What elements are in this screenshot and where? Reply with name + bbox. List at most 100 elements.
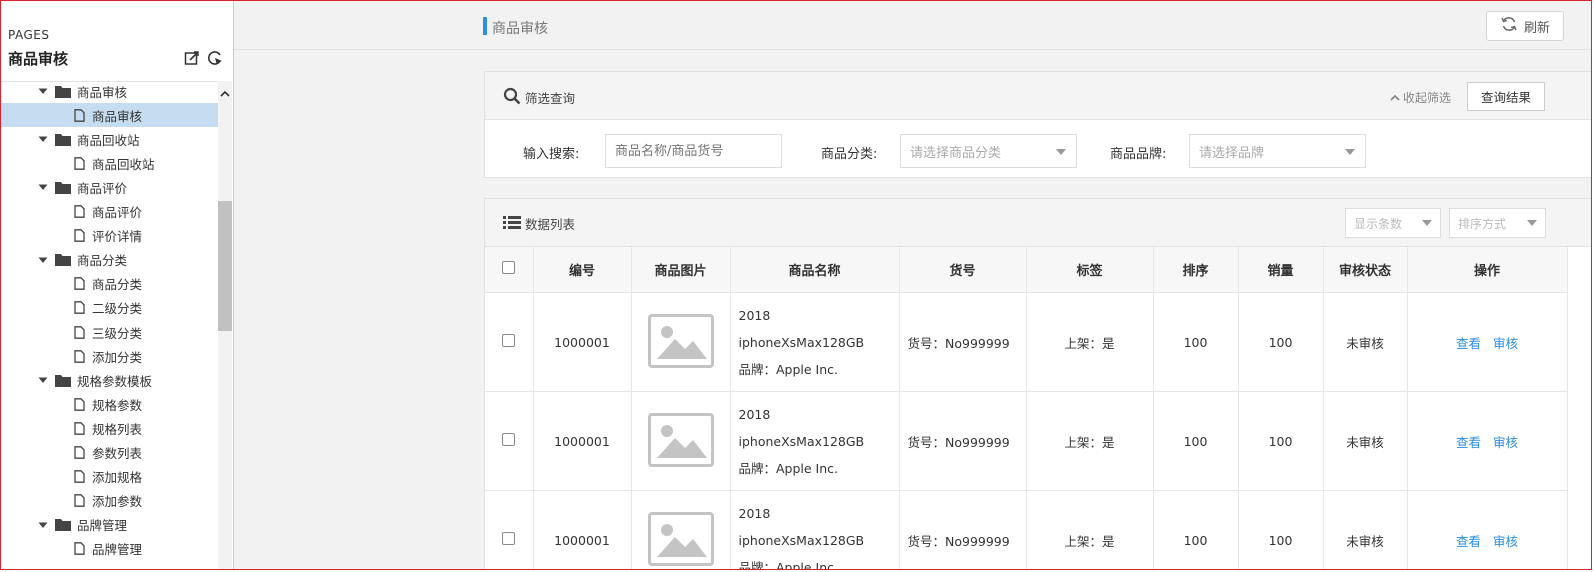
sort-cell: 100	[1152, 490, 1239, 569]
row-checkbox[interactable]	[502, 334, 516, 347]
audit-link[interactable]: 审核	[1493, 336, 1518, 351]
id-cell: 1000001	[532, 490, 632, 569]
category-placeholder: 请选择商品分类	[910, 145, 1002, 161]
breadcrumb-marker	[483, 17, 487, 35]
refresh-button[interactable]: 刷新	[1486, 11, 1564, 41]
refresh-label: 刷新	[1523, 20, 1550, 36]
tree-item-label: 商品评价	[77, 180, 128, 196]
id-cell: 1000001	[532, 292, 632, 392]
tree-folder[interactable]: 商品审核	[1, 82, 219, 103]
tree-item-label: 二级分类	[92, 301, 143, 317]
brand-select[interactable]: 请选择品牌	[1189, 134, 1366, 168]
product-brand: 品牌：Apple Inc.	[738, 559, 839, 570]
view-link[interactable]: 查看	[1456, 534, 1481, 549]
tree-folder[interactable]: 规格参数模板	[1, 368, 219, 392]
list-title: 数据列表	[503, 214, 575, 233]
sort-cell: 100	[1152, 391, 1239, 491]
audit-link[interactable]: 审核	[1493, 534, 1518, 549]
tree-page[interactable]: 品牌管理	[1, 537, 219, 561]
file-icon	[74, 446, 85, 459]
product-name: 2018 iphoneXsMax128GB	[738, 307, 865, 350]
view-link[interactable]: 查看	[1456, 435, 1481, 450]
caret-down-icon[interactable]	[38, 86, 48, 96]
collapse-filter-label: 收起筛选	[1403, 91, 1452, 105]
locate-icon[interactable]	[207, 50, 223, 66]
audit-link[interactable]: 审核	[1493, 435, 1518, 450]
status-cell: 未审核	[1322, 292, 1408, 392]
tree-item-label: 商品分类	[92, 277, 143, 293]
row-checkbox[interactable]	[502, 433, 516, 446]
tree-page[interactable]: 规格列表	[1, 416, 219, 440]
product-brand: 品牌：Apple Inc.	[738, 361, 839, 377]
tree-page[interactable]: 商品审核	[1, 103, 219, 128]
actions-cell: 查看 审核	[1406, 490, 1568, 569]
select-all-checkbox[interactable]	[502, 261, 516, 274]
sort-select[interactable]: 排序方式	[1449, 208, 1546, 238]
top-bar	[234, 1, 1591, 50]
select-cell[interactable]	[485, 391, 534, 491]
tree-folder[interactable]: 品牌管理	[1, 513, 219, 537]
folder-icon	[55, 253, 71, 267]
tree-item-label: 品牌管理	[92, 542, 143, 558]
caret-down-icon[interactable]	[38, 182, 48, 192]
tree-folder[interactable]: 商品评价	[1, 175, 219, 199]
status-cell: 未审核	[1322, 391, 1408, 491]
folder-icon	[55, 518, 71, 532]
filter-title: 筛选查询	[503, 87, 575, 108]
select-cell[interactable]	[485, 292, 534, 392]
image-placeholder-icon	[647, 511, 714, 566]
column-header: 编号	[532, 247, 632, 293]
column-header: 销量	[1237, 247, 1324, 293]
sidebar: PAGES 商品审核 商品审核 商品审核 商品回收站 商品回收站 商品评价 商品评价 评价详…	[1, 1, 234, 569]
pages-label: PAGES	[8, 28, 50, 42]
table-row: 1000001 2018 iphoneXsMax128GB 品牌：Apple Inc…	[485, 292, 1568, 392]
file-icon	[74, 108, 85, 122]
status-cell: 未审核	[1322, 490, 1408, 569]
data-table: 编号 商品图片 商品名称 货号 标签 排序 销量 审核状态 操作 1000001…	[485, 247, 1568, 570]
column-header: 货号	[898, 247, 1027, 293]
search-input[interactable]	[605, 134, 782, 168]
tree-item-label: 商品审核	[92, 108, 143, 124]
sidebar-title: 商品审核	[8, 50, 69, 68]
caret-down-icon[interactable]	[38, 520, 48, 530]
edit-icon[interactable]	[184, 50, 200, 66]
page-size-select[interactable]: 显示条数	[1345, 208, 1441, 238]
page-tree: 商品审核 商品审核 商品回收站 商品回收站 商品评价 商品评价 评价详情 商品分类 商品分类 二级…	[1, 81, 219, 569]
select-cell[interactable]	[485, 490, 534, 569]
tree-page[interactable]: 二级分类	[1, 296, 219, 320]
tree-page[interactable]: 添加分类	[1, 344, 219, 368]
tree-page[interactable]: 商品回收站	[1, 151, 219, 175]
tree-page[interactable]: 参数列表	[1, 441, 219, 465]
tree-page[interactable]: 添加参数	[1, 489, 219, 513]
chevron-up-icon	[1390, 91, 1400, 105]
caret-down-icon[interactable]	[38, 134, 48, 144]
tree-page[interactable]: 商品分类	[1, 272, 219, 296]
tree-item-label: 商品回收站	[92, 156, 155, 172]
query-button[interactable]: 查询结果	[1467, 82, 1545, 111]
select-all-cell[interactable]	[485, 247, 534, 293]
caret-down-icon[interactable]	[38, 375, 48, 385]
caret-down-icon[interactable]	[38, 255, 48, 265]
tree-page[interactable]: 添加规格	[1, 465, 219, 489]
tree-page[interactable]: 商品评价	[1, 200, 219, 224]
scroll-up-icon[interactable]	[220, 84, 230, 97]
folder-icon	[55, 181, 71, 194]
file-icon	[74, 349, 85, 363]
name-cell: 2018 iphoneXsMax128GB 品牌：Apple Inc.	[729, 490, 900, 570]
table-row: 1000001 2018 iphoneXsMax128GB 品牌：Apple Inc…	[485, 391, 1568, 491]
sidebar-scroll-thumb[interactable]	[218, 201, 232, 331]
tree-item-label: 商品评价	[92, 205, 143, 220]
tree-page[interactable]: 评价详情	[1, 224, 219, 248]
tree-item-label: 三级分类	[92, 325, 143, 341]
category-select[interactable]: 请选择商品分类	[900, 134, 1077, 168]
tree-page[interactable]: 规格参数	[1, 392, 219, 416]
row-checkbox[interactable]	[502, 532, 516, 545]
tree-folder[interactable]: 商品分类	[1, 248, 219, 272]
list-panel: 数据列表 显示条数 排序方式 编号 商品图片 商品名称 货号 标签 排序 销量 …	[484, 198, 1591, 570]
view-link[interactable]: 查看	[1456, 336, 1481, 351]
collapse-filter-link[interactable]: 收起筛选	[1390, 89, 1451, 106]
sales-cell: 100	[1237, 292, 1324, 392]
tree-folder[interactable]: 商品回收站	[1, 127, 219, 151]
actions-cell: 查看 审核	[1406, 292, 1568, 392]
tree-page[interactable]: 三级分类	[1, 320, 219, 344]
